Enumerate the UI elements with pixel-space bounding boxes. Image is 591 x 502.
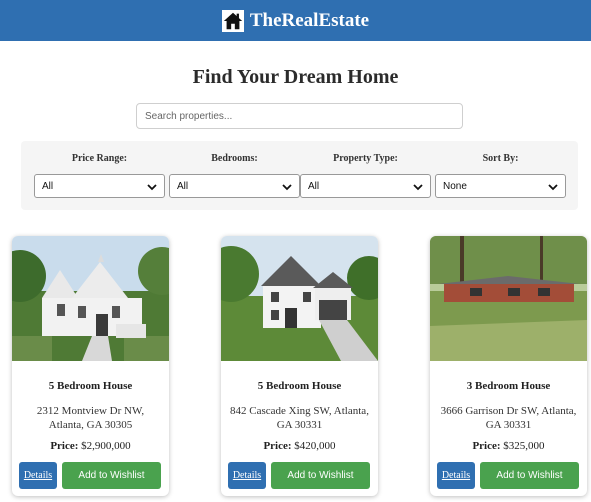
- sort-by-filter: Sort By: None: [435, 141, 566, 210]
- page-title: Find Your Dream Home: [192, 66, 399, 88]
- property-address: 842 Cascade Xing SW, Atlanta, GA 30331: [230, 405, 369, 431]
- bedrooms-select[interactable]: All: [169, 174, 300, 198]
- property-price: Price: $325,000: [430, 440, 587, 452]
- filter-panel: Price Range: All Bedrooms: All Property …: [21, 141, 578, 210]
- add-to-wishlist-button[interactable]: Add to Wishlist: [480, 462, 579, 489]
- property-price: Price: $2,900,000: [12, 440, 169, 452]
- bedrooms-filter: Bedrooms: All: [169, 141, 300, 210]
- details-button[interactable]: Details: [228, 462, 266, 489]
- selected-value: None: [443, 180, 467, 192]
- price-label: Price:: [263, 440, 292, 452]
- selected-value: All: [42, 180, 54, 192]
- selected-value: All: [177, 180, 189, 192]
- property-title: 5 Bedroom House: [257, 380, 342, 392]
- property-price: Price: $420,000: [221, 440, 378, 452]
- property-card: 5 Bedroom House 842 Cascade Xing SW, Atl…: [221, 236, 378, 496]
- property-photo[interactable]: [221, 236, 378, 361]
- chevron-down-icon: [413, 184, 423, 191]
- details-button[interactable]: Details: [437, 462, 475, 489]
- property-photo[interactable]: [430, 236, 587, 361]
- price-range-select[interactable]: All: [34, 174, 165, 198]
- property-title: 5 Bedroom House: [48, 380, 133, 392]
- chevron-down-icon: [282, 184, 292, 191]
- price-value: $325,000: [503, 440, 545, 452]
- property-type-filter: Property Type: All: [300, 141, 431, 210]
- price-range-filter: Price Range: All: [34, 141, 165, 210]
- property-photo[interactable]: [12, 236, 169, 361]
- price-label: Price:: [50, 440, 79, 452]
- property-title: 3 Bedroom House: [466, 380, 551, 392]
- property-address: 3666 Garrison Dr SW, Atlanta, GA 30331: [440, 405, 577, 431]
- house-icon: [221, 9, 244, 32]
- filter-label: Price Range:: [71, 153, 128, 164]
- property-card: 3 Bedroom House 3666 Garrison Dr SW, Atl…: [430, 236, 587, 496]
- filter-label: Bedrooms:: [211, 153, 258, 164]
- property-card: 5 Bedroom House 2312 Montview Dr NW, Atl…: [12, 236, 169, 496]
- property-address: 2312 Montview Dr NW, Atlanta, GA 30305: [36, 405, 145, 431]
- sort-by-select[interactable]: None: [435, 174, 566, 198]
- chevron-down-icon: [147, 184, 157, 191]
- price-value: $2,900,000: [81, 440, 131, 452]
- price-label: Price:: [472, 440, 501, 452]
- search-input[interactable]: [136, 103, 463, 129]
- selected-value: All: [308, 180, 320, 192]
- top-navbar: TheRealEstate: [0, 0, 591, 41]
- add-to-wishlist-button[interactable]: Add to Wishlist: [62, 462, 161, 489]
- add-to-wishlist-button[interactable]: Add to Wishlist: [271, 462, 370, 489]
- filter-label: Property Type:: [333, 153, 398, 164]
- filter-label: Sort By:: [482, 153, 519, 164]
- chevron-down-icon: [548, 184, 558, 191]
- property-type-select[interactable]: All: [300, 174, 431, 198]
- details-button[interactable]: Details: [19, 462, 57, 489]
- brand-name[interactable]: TheRealEstate: [250, 10, 369, 32]
- price-value: $420,000: [294, 440, 336, 452]
